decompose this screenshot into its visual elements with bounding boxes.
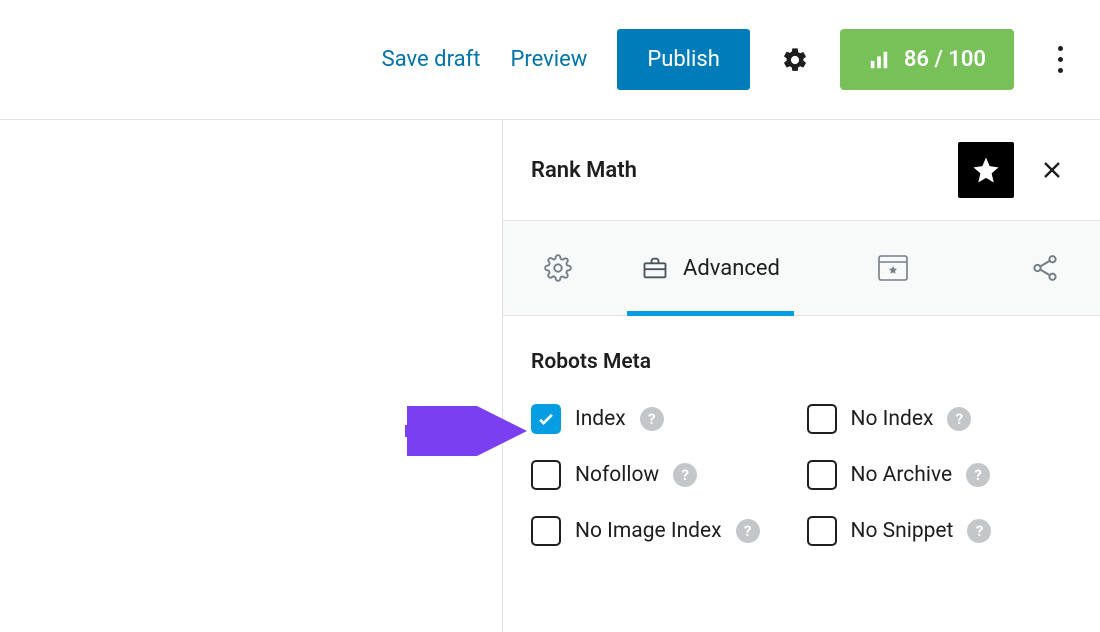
help-no-index[interactable]: ?	[947, 407, 971, 431]
rank-math-sidebar: Rank Math	[502, 120, 1100, 632]
option-nofollow-label: Nofollow	[575, 463, 659, 487]
checkbox-no-index[interactable]	[807, 404, 837, 434]
robots-meta-heading: Robots Meta	[531, 350, 1072, 374]
browser-star-icon	[878, 255, 908, 281]
editor-canvas[interactable]	[0, 120, 502, 632]
tab-social[interactable]	[990, 221, 1100, 315]
robots-meta-options: Index ? No Index ? Nofollow ? No Archive	[531, 404, 1072, 546]
checkbox-no-image-index[interactable]	[531, 516, 561, 546]
option-index: Index ?	[531, 404, 797, 434]
save-draft-button[interactable]: Save draft	[382, 47, 481, 72]
help-no-image-index[interactable]: ?	[736, 519, 760, 543]
star-icon	[971, 155, 1001, 185]
help-nofollow[interactable]: ?	[673, 463, 697, 487]
sidebar-title: Rank Math	[531, 158, 940, 183]
seo-score-badge[interactable]: 86 / 100	[840, 29, 1014, 90]
briefcase-icon	[641, 254, 669, 282]
tab-general[interactable]	[503, 221, 613, 315]
option-no-index: No Index ?	[807, 404, 1073, 434]
checkbox-nofollow[interactable]	[531, 460, 561, 490]
preview-button[interactable]: Preview	[510, 47, 587, 72]
chart-icon	[868, 49, 890, 71]
gear-icon	[544, 254, 572, 282]
checkbox-index[interactable]	[531, 404, 561, 434]
close-sidebar-button[interactable]	[1032, 150, 1072, 190]
checkbox-no-archive[interactable]	[807, 460, 837, 490]
option-nofollow: Nofollow ?	[531, 460, 797, 490]
seo-score-text: 86 / 100	[904, 47, 986, 72]
favorite-button[interactable]	[958, 142, 1014, 198]
editor-top-bar: Save draft Preview Publish 86 / 100	[0, 0, 1100, 120]
option-no-snippet-label: No Snippet	[851, 519, 954, 543]
more-options-button[interactable]	[1050, 40, 1070, 80]
share-icon	[1030, 253, 1060, 283]
option-index-label: Index	[575, 407, 626, 431]
tab-advanced-label: Advanced	[683, 256, 780, 281]
checkbox-no-snippet[interactable]	[807, 516, 837, 546]
sidebar-tabs: Advanced	[503, 220, 1100, 316]
publish-button[interactable]: Publish	[617, 29, 750, 90]
close-icon	[1040, 158, 1064, 182]
check-icon	[536, 409, 556, 429]
option-no-index-label: No Index	[851, 407, 934, 431]
option-no-image-index-label: No Image Index	[575, 519, 722, 543]
help-no-archive[interactable]: ?	[966, 463, 990, 487]
option-no-snippet: No Snippet ?	[807, 516, 1073, 546]
help-index[interactable]: ?	[640, 407, 664, 431]
help-no-snippet[interactable]: ?	[967, 519, 991, 543]
tab-schema[interactable]	[838, 221, 948, 315]
settings-gear-icon[interactable]	[780, 45, 810, 75]
option-no-archive-label: No Archive	[851, 463, 953, 487]
option-no-image-index: No Image Index ?	[531, 516, 797, 546]
option-no-archive: No Archive ?	[807, 460, 1073, 490]
tab-advanced[interactable]: Advanced	[613, 221, 808, 315]
